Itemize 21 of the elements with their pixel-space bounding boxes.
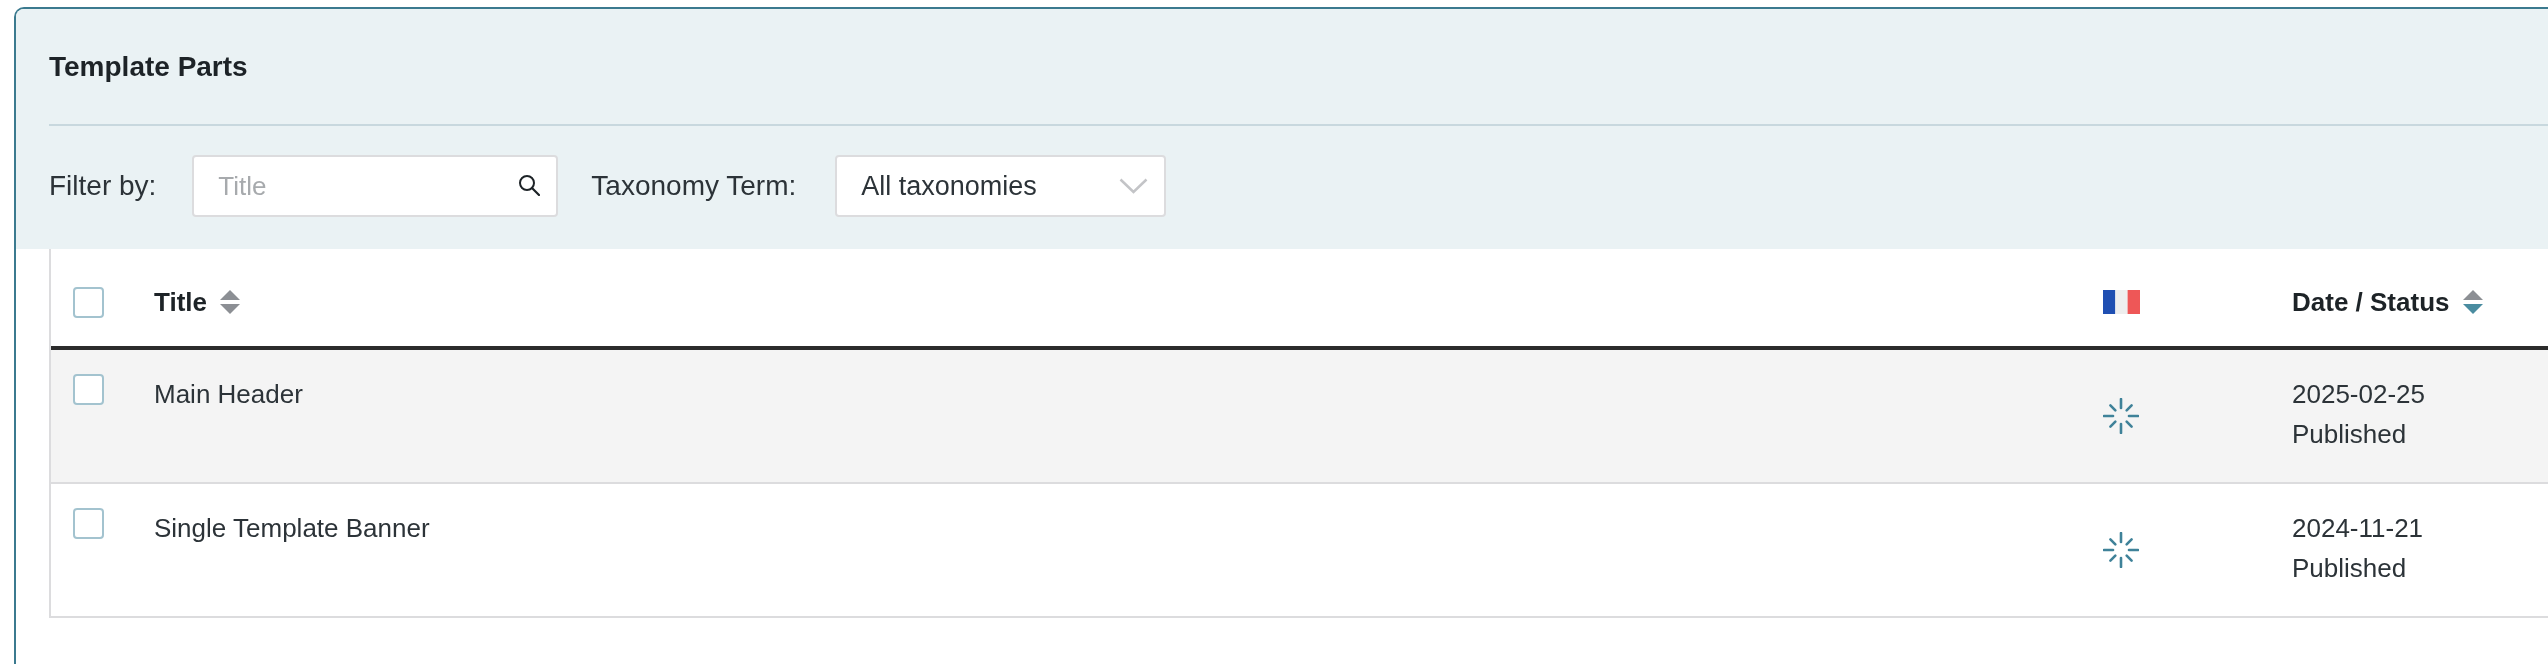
- search-icon: [518, 174, 541, 196]
- date-text: 2024-11-21: [2292, 512, 2424, 545]
- taxonomy-select[interactable]: All taxonomies: [835, 155, 1167, 217]
- column-header[interactable]: Title: [154, 282, 240, 322]
- row-checkbox[interactable]: [73, 374, 104, 405]
- title-text: Main Header: [154, 378, 303, 411]
- row-checkbox[interactable]: [73, 508, 104, 539]
- taxonomy-label: Taxonomy Term:: [591, 169, 797, 203]
- column-header[interactable]: Date / Status: [2292, 282, 2483, 322]
- search-field[interactable]: Title: [192, 155, 559, 217]
- flag-icon: [2102, 290, 2140, 314]
- chevron-down-icon: [1119, 178, 1149, 194]
- title-text: Single Template Banner: [154, 512, 430, 545]
- date-text: 2025-02-25: [2292, 378, 2425, 411]
- filter-label: Filter by:: [49, 169, 157, 203]
- spinner-icon: [2103, 532, 2139, 568]
- spinner-icon: [2103, 398, 2139, 434]
- status-text: Published: [2292, 418, 2407, 451]
- status-text: Published: [2292, 552, 2407, 585]
- select-all-checkbox[interactable]: [73, 286, 104, 318]
- panel-title: Template Parts: [49, 50, 249, 84]
